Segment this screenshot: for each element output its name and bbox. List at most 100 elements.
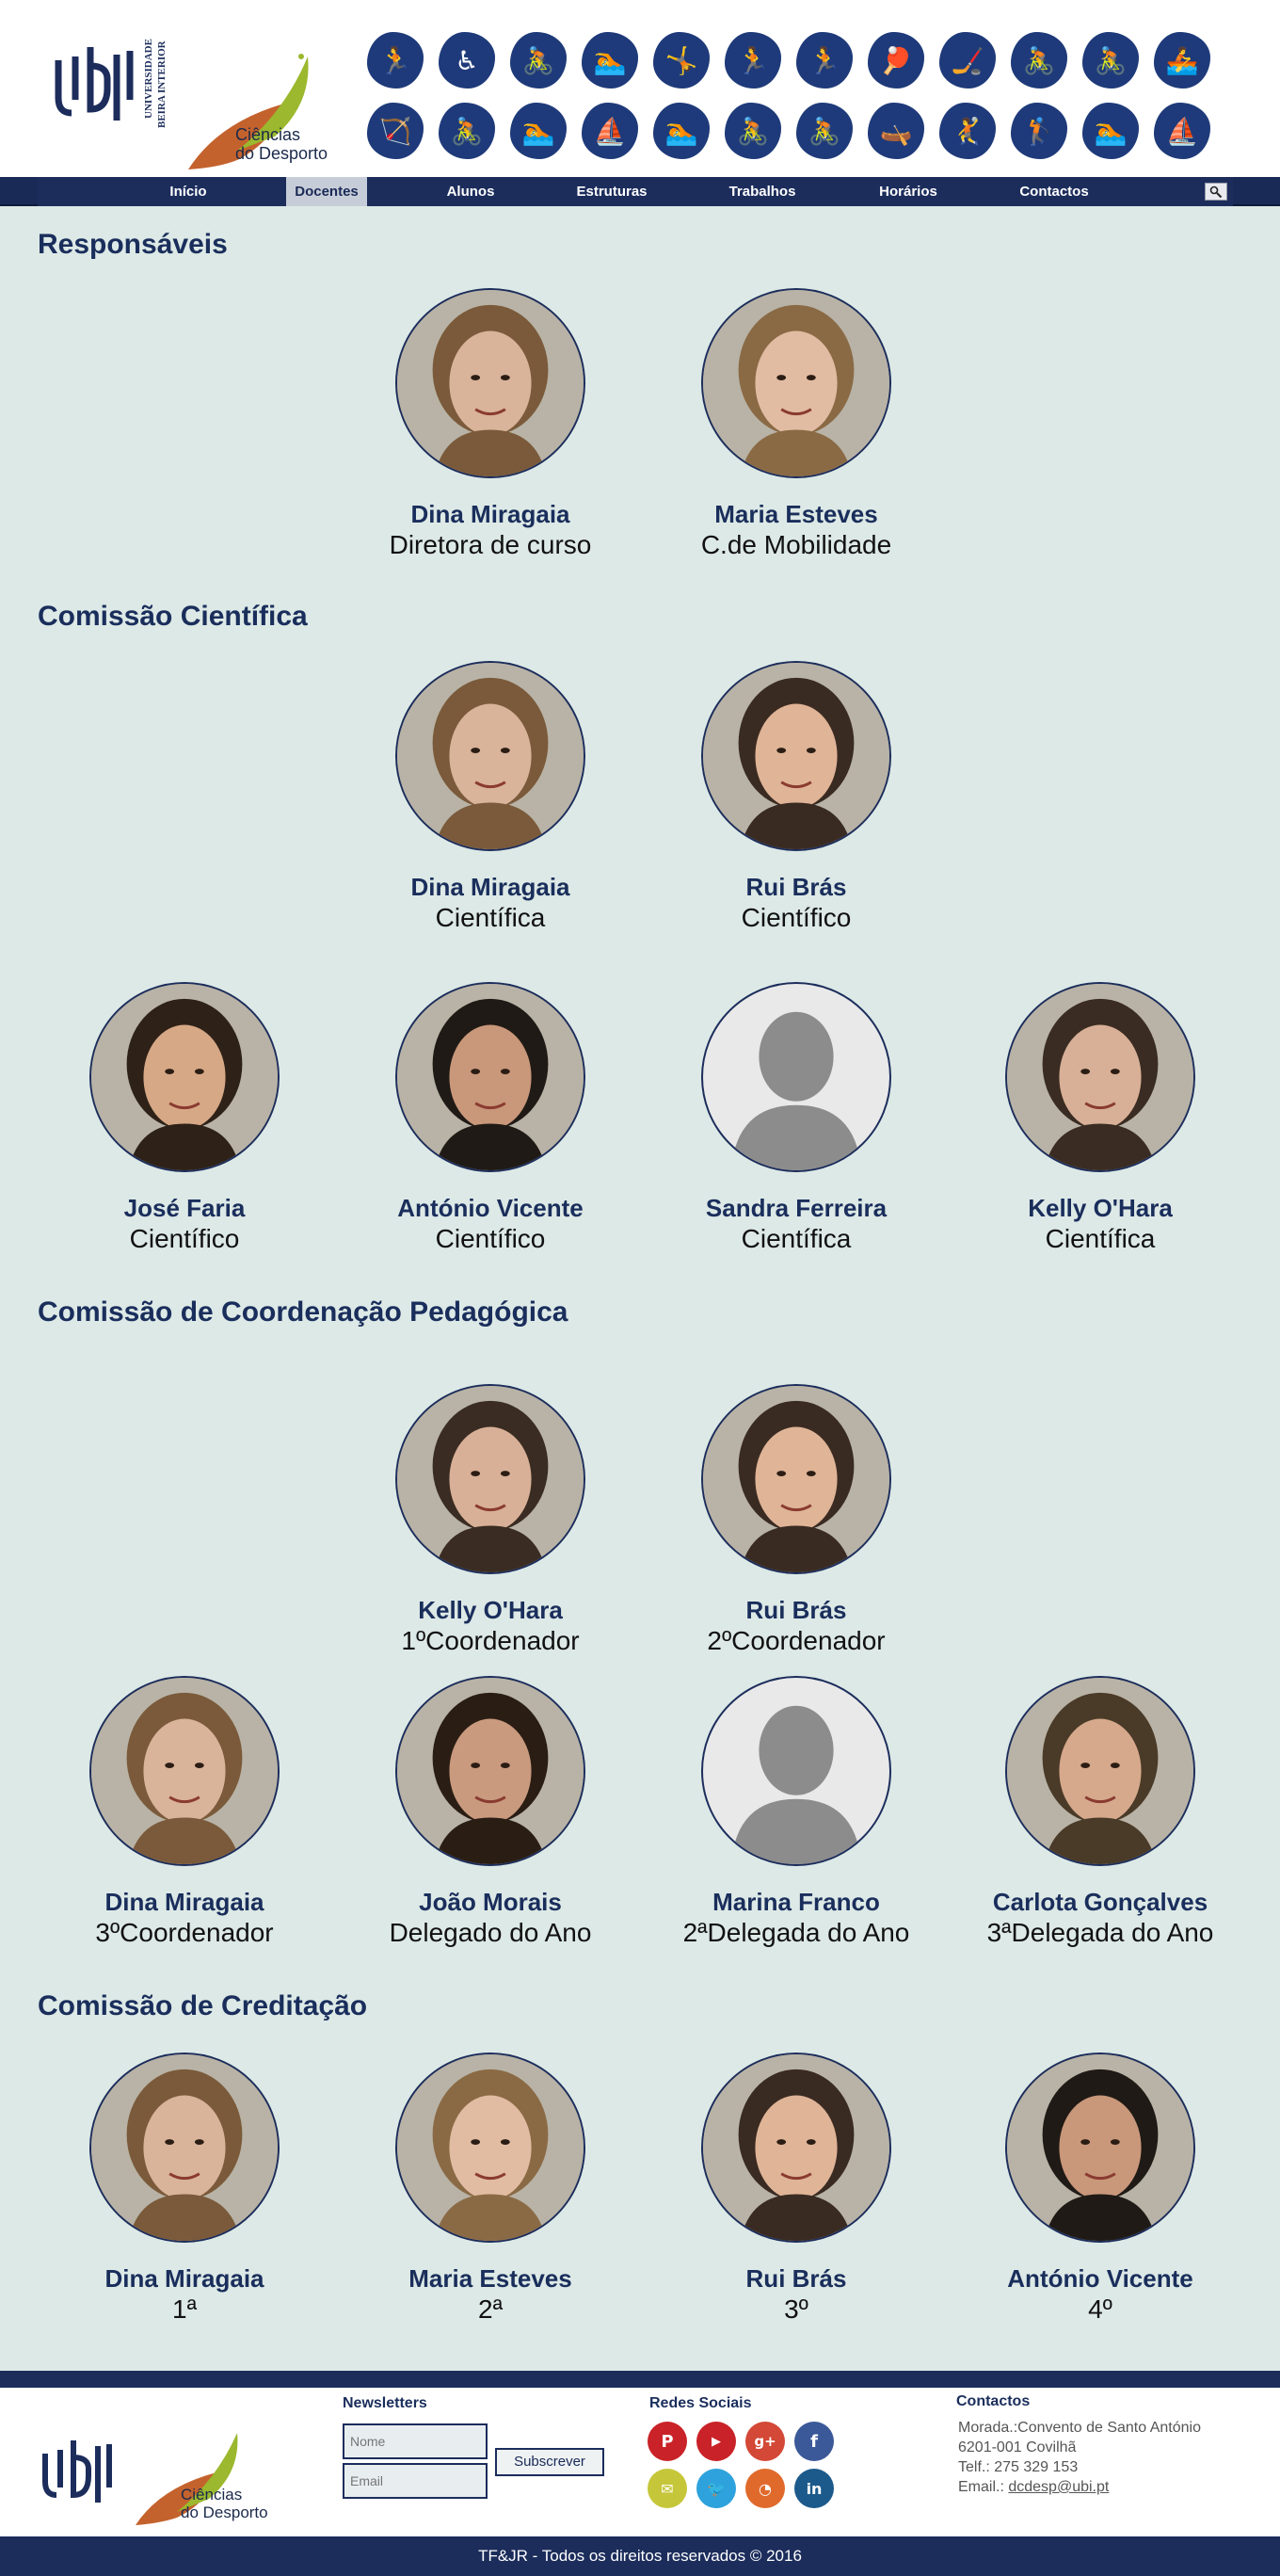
person-card-c3: José Faria Científico: [43, 982, 326, 1255]
search-icon: [1209, 185, 1223, 198]
person-photo[interactable]: [89, 2053, 280, 2243]
person-photo[interactable]: [395, 661, 585, 851]
contact-address-2: 6201-001 Covilhã: [958, 2439, 1077, 2455]
sport-pictogram-icon: 🚴: [510, 32, 567, 89]
search-button[interactable]: [1205, 183, 1227, 201]
sport-pictogram-icon: ⛵: [1154, 103, 1210, 159]
person-role: 4º: [1088, 2294, 1112, 2324]
nav-estruturas[interactable]: Estruturas: [565, 177, 659, 206]
person-card-p6: Carlota Gonçalves 3ªDelegada do Ano: [959, 1676, 1241, 1949]
contact-email-link[interactable]: dcdesp@ubi.pt: [1008, 2479, 1109, 2495]
person-role: Científica: [435, 903, 546, 932]
person-role: Científico: [435, 1224, 546, 1253]
copyright: TF&JR - Todos os direitos reservados © 2…: [0, 2536, 1280, 2576]
person-photo[interactable]: [1005, 982, 1195, 1172]
person-card-c1: Dina Miragaia Científica: [349, 661, 632, 934]
person-name: João Morais: [419, 1888, 562, 1916]
sport-pictogram-icon: 🏊: [1082, 103, 1139, 159]
sport-pictogram-icon: 🏃: [796, 32, 853, 89]
nav-alunos[interactable]: Alunos: [433, 177, 508, 206]
person-photo[interactable]: [395, 288, 585, 478]
sport-pictogram-icon: 🏹: [367, 103, 424, 159]
sport-pictogram-icon: 🤸: [653, 32, 710, 89]
sport-pictogram-icon: 🚴: [1082, 32, 1139, 89]
site-header: UNIVERSIDADE BEIRA INTERIOR Ciências do …: [0, 0, 1280, 177]
ubi-wordmark: UNIVERSIDADE BEIRA INTERIOR: [143, 24, 181, 128]
footer-cd-text: Ciências do Desporto: [181, 2486, 268, 2521]
newsletter-name-input[interactable]: [343, 2423, 488, 2459]
person-photo[interactable]: [89, 1676, 280, 1866]
nav-inicio[interactable]: Início: [151, 177, 226, 206]
ciencias-desporto-text: Ciências do Desporto: [235, 125, 328, 163]
twitter-icon[interactable]: 🐦: [696, 2469, 736, 2508]
person-name: Rui Brás: [745, 2264, 847, 2293]
nav-contactos[interactable]: Contactos: [1007, 177, 1101, 206]
pinterest-icon[interactable]: P: [648, 2422, 687, 2461]
person-photo[interactable]: [701, 2053, 891, 2243]
person-photo[interactable]: [701, 1676, 891, 1866]
sport-pictogram-icon: 🏊: [653, 103, 710, 159]
google-plus-icon[interactable]: g+: [745, 2422, 785, 2461]
person-photo[interactable]: [701, 288, 891, 478]
sport-pictogram-icon: 🚴: [796, 103, 853, 159]
person-role: Científica: [1045, 1224, 1156, 1253]
youtube-icon[interactable]: ▶: [696, 2422, 736, 2461]
sport-pictogram-icon: 🏒: [939, 32, 996, 89]
nav-trabalhos[interactable]: Trabalhos: [715, 177, 809, 206]
person-photo[interactable]: [395, 1676, 585, 1866]
linkedin-icon[interactable]: in: [794, 2469, 834, 2508]
person-card-p5: Marina Franco 2ªDelegada do Ano: [655, 1676, 937, 1949]
person-name: Kelly O'Hara: [418, 1596, 563, 1624]
person-card-r1: Dina Miragaia Diretora de curso: [349, 288, 632, 561]
nav-horarios[interactable]: Horários: [866, 177, 951, 206]
person-card-k3: Rui Brás 3º: [655, 2053, 937, 2326]
section-coordenacao-pedagogica: Comissão de Coordenação Pedagógica: [38, 1296, 568, 1328]
person-role: 2ª: [478, 2294, 503, 2324]
person-card-p1: Kelly O'Hara 1ºCoordenador: [349, 1384, 632, 1657]
person-photo[interactable]: [395, 2053, 585, 2243]
subscribe-button[interactable]: Subscrever: [495, 2448, 604, 2476]
person-role: 3ªDelegada do Ano: [986, 1918, 1214, 1947]
person-photo[interactable]: [701, 661, 891, 851]
person-name: António Vicente: [1007, 2264, 1193, 2293]
person-photo[interactable]: [701, 1384, 891, 1574]
person-name: Dina Miragaia: [104, 1888, 264, 1916]
nav-docentes[interactable]: Docentes: [286, 177, 367, 206]
person-role: 3ºCoordenador: [95, 1918, 274, 1947]
sport-pictogram-icon: 🏃: [367, 32, 424, 89]
sport-pictogram-icon: 🛶: [868, 103, 924, 159]
ubi-text-2: BEIRA INTERIOR: [156, 40, 168, 128]
person-card-c2: Rui Brás Científico: [655, 661, 937, 934]
nav-bar: Início Docentes Alunos Estruturas Trabal…: [38, 177, 1233, 206]
person-name: Maria Esteves: [408, 2264, 572, 2293]
person-card-p4: João Morais Delegado do Ano: [349, 1676, 632, 1949]
ubi-text-1: UNIVERSIDADE: [143, 39, 154, 119]
social-title: Redes Sociais: [649, 2395, 752, 2411]
contact-email-row: Email.: dcdesp@ubi.pt: [958, 2477, 1109, 2497]
person-photo[interactable]: [701, 982, 891, 1172]
footer-divider: [0, 2371, 1280, 2388]
person-photo[interactable]: [1005, 2053, 1195, 2243]
facebook-icon[interactable]: f: [794, 2422, 834, 2461]
person-role: 2ºCoordenador: [707, 1626, 886, 1655]
contacts-title: Contactos: [956, 2393, 1031, 2409]
person-name: Dina Miragaia: [104, 2264, 264, 2293]
person-name: Dina Miragaia: [410, 500, 570, 528]
email-icon[interactable]: ✉: [648, 2469, 687, 2508]
person-photo[interactable]: [1005, 1676, 1195, 1866]
sport-pictogram-icon: 🤾: [939, 103, 996, 159]
person-photo[interactable]: [89, 982, 280, 1172]
sport-pictogram-icon: 🚴: [439, 103, 495, 159]
person-name: José Faria: [123, 1194, 246, 1222]
person-photo[interactable]: [395, 1384, 585, 1574]
person-name: Maria Esteves: [714, 500, 878, 528]
footer-dept-line-2: do Desporto: [181, 2504, 268, 2521]
person-role: Científico: [129, 1224, 240, 1253]
person-name: Carlota Gonçalves: [992, 1888, 1208, 1916]
newsletter-email-input[interactable]: [343, 2463, 488, 2499]
person-photo[interactable]: [395, 982, 585, 1172]
person-card-p3: Dina Miragaia 3ºCoordenador: [43, 1676, 326, 1949]
sport-pictogram-icon: 🚴: [725, 103, 781, 159]
person-name: Kelly O'Hara: [1028, 1194, 1173, 1222]
rss-icon[interactable]: ◔: [745, 2469, 785, 2508]
